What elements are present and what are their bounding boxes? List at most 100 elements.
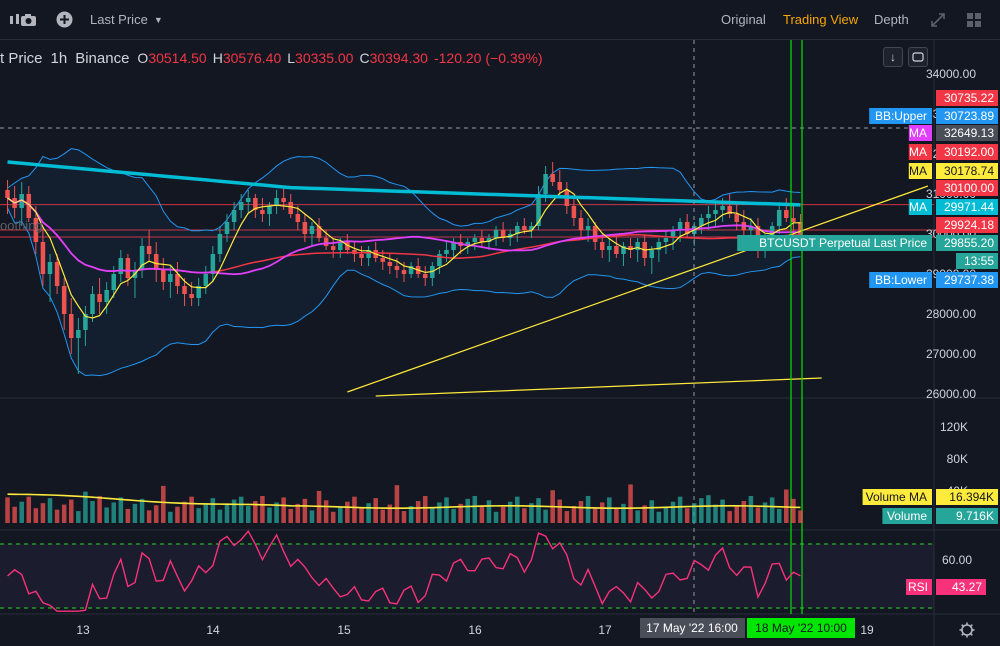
volume-bar [628, 484, 633, 523]
trendline [375, 377, 822, 397]
fullscreen-icon[interactable] [930, 0, 946, 39]
candle [543, 174, 548, 194]
volume-bar [699, 498, 704, 523]
volume-bar [748, 495, 754, 523]
crosshair-time-text: 17 May '22 16:00 [646, 621, 738, 635]
ohlc-legend: t Price 1h Binance O 30514.50 H 30576.40 L… [0, 48, 549, 68]
candle [585, 226, 591, 230]
tab-original[interactable]: Original [721, 0, 766, 39]
volume-bar [281, 497, 286, 523]
settings-gear-icon[interactable] [959, 622, 975, 638]
gear-tooth [961, 632, 965, 636]
volume-bar [684, 508, 690, 523]
volume-bar [111, 502, 116, 523]
volume-bar [670, 501, 676, 523]
price-label-name-text: MA [909, 200, 927, 214]
candle [338, 242, 343, 250]
volume-bar [791, 498, 796, 523]
price-type-select[interactable]: Last Price ▼ [90, 0, 163, 39]
open-key: O [137, 50, 149, 66]
volume-bar [444, 497, 449, 523]
high-key: H [212, 50, 223, 66]
volume-bar [5, 497, 10, 523]
volume-bar [153, 505, 159, 523]
volume-bar [132, 503, 138, 523]
volume-bar [543, 509, 548, 523]
candle [61, 286, 67, 314]
volume-bar [500, 506, 506, 523]
volume-bar [245, 506, 251, 523]
candle [550, 174, 555, 182]
volume-bar [189, 496, 194, 523]
price-label-value-text: 29924.18 [944, 218, 994, 232]
x-tick-label: 16 [468, 623, 482, 637]
volume-bar [359, 508, 364, 523]
candle [614, 246, 619, 254]
volume-bar [288, 508, 293, 523]
countdown-text: 13:55 [964, 254, 994, 268]
layout-grid-icon[interactable] [966, 0, 982, 39]
volume-bar [387, 504, 393, 523]
volume-bar [19, 501, 24, 523]
volume-bar [161, 485, 166, 523]
volume-bar [146, 510, 152, 523]
tab-trading-view[interactable]: Trading View [783, 0, 858, 39]
camera-icon[interactable] [20, 0, 37, 39]
volume-bar [578, 501, 584, 523]
candle [153, 254, 159, 270]
chevron-down-icon: ▼ [153, 14, 163, 25]
volume-bar [224, 504, 230, 523]
volume-bar [465, 498, 470, 523]
candle [295, 214, 301, 222]
candle [238, 202, 244, 210]
candle [288, 202, 293, 214]
volume-bar [54, 509, 60, 523]
rsi-band [0, 544, 934, 608]
volume-bar [26, 496, 32, 523]
y-tick-label: 34000.00 [926, 67, 976, 81]
candle [76, 330, 81, 338]
resize-icon[interactable] [908, 47, 928, 67]
volume-bar [76, 511, 81, 523]
arrow-down-icon[interactable]: ↓ [883, 47, 903, 67]
volume-bar [621, 503, 626, 523]
tab-depth[interactable]: Depth [874, 0, 909, 39]
candle [210, 254, 216, 274]
candle [394, 266, 400, 270]
candle [663, 238, 669, 242]
candle [387, 262, 393, 266]
candle [791, 218, 796, 222]
watermark-text: oothing [0, 218, 43, 233]
candle [649, 250, 655, 258]
price-label-value-text: 29737.38 [944, 273, 994, 287]
volume-bar [330, 511, 336, 523]
candle [182, 286, 187, 294]
x-tick-label: 13 [76, 623, 90, 637]
price-chart[interactable]: oothing34000.0033000.0032000.0031000.003… [0, 40, 1000, 646]
volume-bar [302, 498, 308, 523]
volume-bar [713, 504, 718, 523]
volume-bar [769, 497, 775, 523]
volume-label-name-text: Volume MA [866, 490, 927, 504]
candle [309, 226, 315, 234]
price-label-name-text: MA [909, 145, 927, 159]
change-value: -120.20 (−0.39%) [433, 50, 543, 66]
price-label-value-text: 30735.22 [944, 91, 994, 105]
candle [578, 218, 584, 230]
volume-bar [522, 508, 527, 523]
volume-bar [238, 496, 244, 523]
add-indicator-icon[interactable] [56, 0, 73, 39]
close-value: 30394.30 [369, 50, 428, 66]
candle [444, 250, 449, 254]
price-label-name-text: BTCUSDT Perpetual Last Price [759, 236, 927, 250]
candle [522, 226, 527, 230]
volume-bar [125, 508, 131, 523]
volume-bar [68, 499, 74, 523]
price-label-value-text: 29971.44 [944, 200, 994, 214]
y-tick-label: 28000.00 [926, 307, 976, 321]
volume-bar [309, 510, 315, 523]
price-label-value-text: 30723.89 [944, 109, 994, 123]
volume-bar [196, 508, 201, 523]
volume-bar [90, 501, 95, 523]
candle [330, 246, 336, 250]
